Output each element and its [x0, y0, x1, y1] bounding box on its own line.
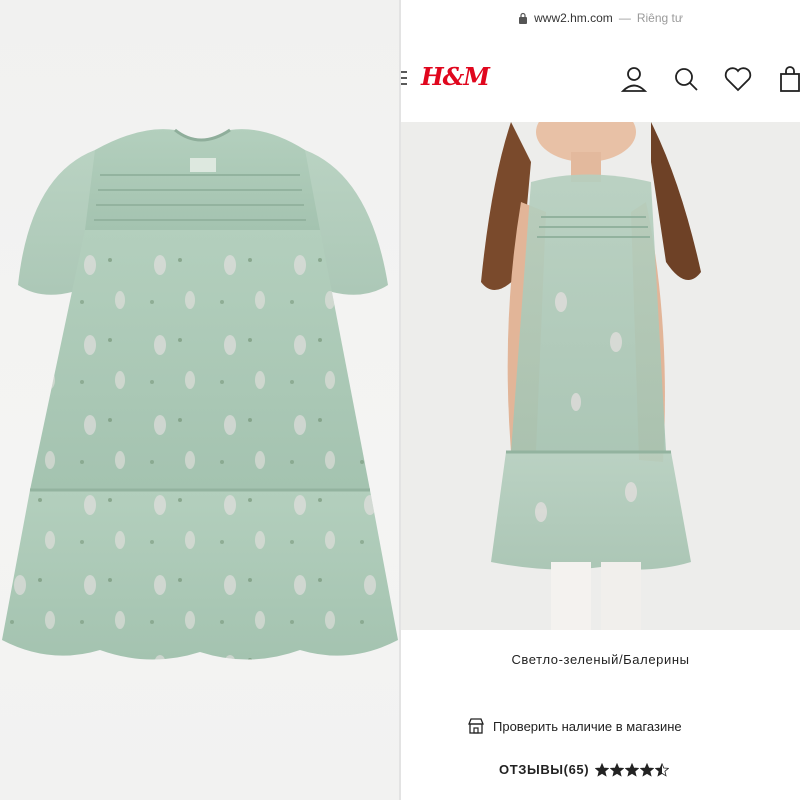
- model-photo: [401, 122, 800, 630]
- favorites-icon[interactable]: [723, 64, 753, 94]
- mobile-product-page: www2.hm.com — Riêng tư H&M Светло-зелены…: [401, 0, 800, 800]
- dress-illustration: [2, 128, 398, 660]
- reviews-label: ОТЗЫВЫ(65): [499, 762, 590, 777]
- header-actions: [619, 64, 800, 94]
- product-flatlay-photo: [0, 0, 400, 800]
- star-icon: [610, 762, 625, 777]
- hm-logo[interactable]: H&M: [421, 62, 490, 91]
- star-icon: [640, 762, 655, 777]
- reviews-link[interactable]: ОТЗЫВЫ(65): [499, 762, 670, 777]
- store-check-label: Проверить наличие в магазине: [493, 718, 682, 734]
- child-model-illustration: [481, 122, 701, 630]
- url-text: www2.hm.com: [534, 11, 613, 25]
- browser-address-bar[interactable]: www2.hm.com — Riêng tư: [401, 0, 800, 36]
- lock-icon: [519, 12, 528, 24]
- search-icon[interactable]: [671, 64, 701, 94]
- url-separator: —: [618, 11, 631, 25]
- star-icon: [595, 762, 610, 777]
- account-icon[interactable]: [619, 64, 649, 94]
- check-store-availability-link[interactable]: Проверить наличие в магазине: [467, 718, 682, 734]
- star-icon: [625, 762, 640, 777]
- shopping-bag-icon[interactable]: [775, 64, 800, 94]
- rating-stars: [595, 762, 670, 777]
- menu-icon[interactable]: [401, 70, 407, 86]
- star-icon: [655, 762, 670, 777]
- privacy-label: Riêng tư: [636, 11, 683, 25]
- store-icon: [468, 718, 484, 734]
- product-color-name: Светло-зеленый/Балерины: [511, 652, 690, 667]
- site-header: H&M: [401, 48, 800, 108]
